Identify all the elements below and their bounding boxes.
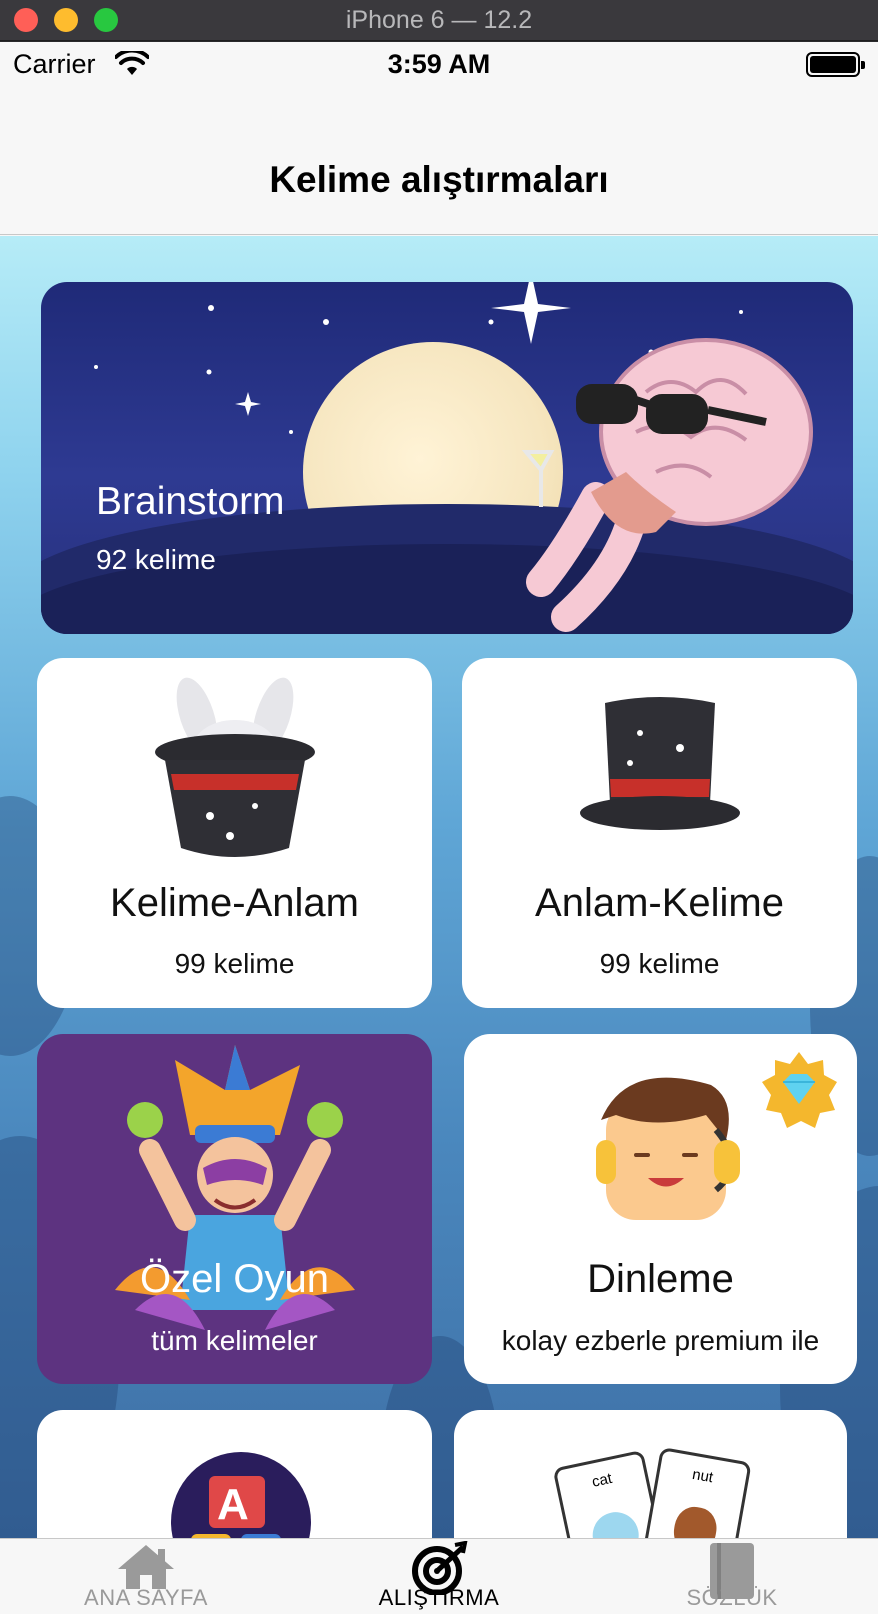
kelime-anlam-title: Kelime-Anlam xyxy=(110,881,359,925)
home-icon xyxy=(118,1545,174,1589)
kelime-anlam-card[interactable]: Kelime-Anlam 99 kelime xyxy=(37,658,432,1008)
anlam-kelime-card[interactable]: Anlam-Kelime 99 kelime xyxy=(462,658,857,1008)
phone-screen: Carrier 3:59 AM Kelime alıştırmaları Bra… xyxy=(0,42,878,1614)
ozel-oyun-subtitle: tüm kelimeler xyxy=(151,1325,318,1356)
status-bar: Carrier 3:59 AM xyxy=(0,42,878,88)
brainstorm-card[interactable]: Brainstorm 92 kelime xyxy=(41,282,853,634)
brain-character-illustration xyxy=(521,338,813,632)
rabbit-hat-illustration xyxy=(155,677,315,857)
anlam-kelime-title: Anlam-Kelime xyxy=(535,881,784,925)
simulator-window: iPhone 6 — 12.2 Carrier 3:59 AM Kelime a… xyxy=(0,0,878,1614)
tab-sozluk-label: SÖZLÜK xyxy=(686,1585,778,1610)
page-title: Kelime alıştırmaları xyxy=(269,159,609,200)
flashcard-nut-label: nut xyxy=(690,1465,715,1487)
window-title: iPhone 6 — 12.2 xyxy=(345,6,533,34)
status-time: 3:59 AM xyxy=(387,49,491,79)
tab-sozluk[interactable]: SÖZLÜK xyxy=(586,1539,878,1614)
brainstorm-title: Brainstorm xyxy=(96,480,285,523)
kelime-anlam-word-count: 99 kelime xyxy=(174,948,295,979)
battery-icon xyxy=(806,52,865,77)
top-hat-illustration xyxy=(580,697,740,830)
acorn-icon xyxy=(670,1503,720,1538)
tab-ana-sayfa[interactable]: ANA SAYFA xyxy=(0,1539,292,1614)
alphabet-game-card[interactable]: A xyxy=(37,1410,432,1538)
tab-bar: ANA SAYFA ALIŞTIRMA SÖZLÜK xyxy=(0,1538,878,1614)
exercise-list[interactable]: Brainstorm 92 kelime Kelime-Anlam 99 kel… xyxy=(0,236,878,1538)
letter-a-block-icon: A xyxy=(217,1480,249,1529)
ozel-oyun-card[interactable]: Özel Oyun tüm kelimeler xyxy=(37,1034,432,1384)
listening-boy-illustration xyxy=(596,1077,740,1220)
cat-icon xyxy=(588,1507,643,1538)
dinleme-subtitle: kolay ezberle premium ile xyxy=(501,1325,820,1356)
flashcards-card[interactable]: cat nut xyxy=(454,1410,847,1538)
window-titlebar: iPhone 6 — 12.2 xyxy=(0,0,878,41)
navigation-bar: Kelime alıştırmaları xyxy=(0,88,878,235)
premium-diamond-badge-icon xyxy=(762,1052,837,1128)
tab-alistirma-label: ALIŞTIRMA xyxy=(378,1585,500,1610)
anlam-kelime-word-count: 99 kelime xyxy=(599,948,720,979)
tab-ana-sayfa-label: ANA SAYFA xyxy=(84,1585,208,1610)
brainstorm-word-count: 92 kelime xyxy=(96,544,216,575)
flashcard-nut: nut xyxy=(640,1446,752,1538)
dinleme-card[interactable]: Dinleme kolay ezberle premium ile xyxy=(464,1034,857,1384)
tab-alistirma[interactable]: ALIŞTIRMA xyxy=(293,1539,585,1614)
ozel-oyun-title: Özel Oyun xyxy=(140,1257,329,1301)
dinleme-title: Dinleme xyxy=(587,1257,734,1301)
alphabet-blocks-illustration: A xyxy=(171,1452,311,1538)
flashcard-cat-label: cat xyxy=(590,1469,614,1491)
